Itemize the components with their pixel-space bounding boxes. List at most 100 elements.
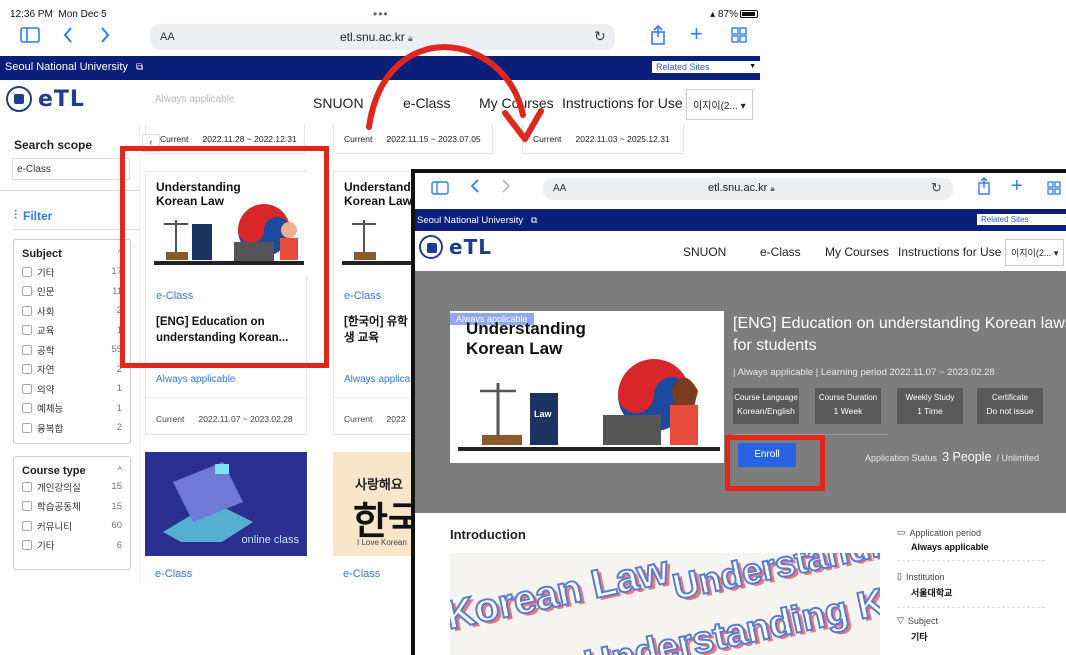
filter-option-label: 기타 <box>37 541 55 553</box>
checkbox-icon[interactable] <box>22 383 32 394</box>
subject-header[interactable]: Subject ^ <box>22 248 122 260</box>
filter-option[interactable]: 의약 1 <box>22 379 122 399</box>
filter-header[interactable]: ⫶ Filter <box>14 208 52 223</box>
site-header: eTL SNUON e-Class My Courses Instruction… <box>415 231 1066 271</box>
reader-aa-button[interactable]: AA <box>160 31 175 43</box>
nav-snuon[interactable]: SNUON <box>683 245 726 259</box>
course-type-list: 개인강의실 15 학습공동체 15 커뮤니티 60 기타 6 <box>22 477 122 555</box>
tabs-grid-icon[interactable] <box>1047 179 1061 199</box>
divider <box>146 397 308 398</box>
nav-my-courses[interactable]: My Courses <box>825 245 889 259</box>
filter-option[interactable]: 기타 17 <box>22 262 122 282</box>
card-provider[interactable]: e-Class <box>344 290 381 302</box>
filter-option[interactable]: 커뮤니티 60 <box>22 516 122 536</box>
filter-option[interactable]: 자연 2 <box>22 360 122 380</box>
checkbox-icon[interactable] <box>22 325 32 336</box>
checkbox-icon[interactable] <box>22 422 32 433</box>
related-sites-select[interactable]: Related Sites▼ <box>652 61 760 73</box>
back-arrow-icon[interactable] <box>470 178 480 198</box>
browser-toolbar: AA etl.snu.ac.kr 🔒︎ ↻ + <box>415 173 1066 203</box>
filter-option[interactable]: 융복합 2 <box>22 418 122 438</box>
filter-option-count: 1 <box>116 383 122 395</box>
filter-option-label: 교육 <box>37 326 55 338</box>
filter-option[interactable]: 인문 11 <box>22 282 122 302</box>
url-text[interactable]: etl.snu.ac.kr 🔒︎ <box>708 182 775 194</box>
share-icon[interactable] <box>650 24 666 49</box>
language-select[interactable]: 이지이(2... ▾ <box>1005 239 1065 266</box>
university-name[interactable]: Seoul National University <box>5 61 128 73</box>
checkbox-icon[interactable] <box>22 520 32 531</box>
composite-screenshot: 12:36 PM Mon Dec 5 ••• ▴ 87% AA etl.snu.… <box>0 0 1066 655</box>
filter-option-label: 예체능 <box>37 404 64 416</box>
calendar-icon: ▭ <box>897 527 906 537</box>
share-icon[interactable] <box>977 177 991 199</box>
checkbox-icon[interactable] <box>22 305 32 316</box>
language-select[interactable]: 이지이(2... ▾ <box>686 89 753 120</box>
filter-option-label: 자연 <box>37 365 55 377</box>
related-sites-select[interactable]: Related Sites▼ <box>977 214 1066 225</box>
course-type-header[interactable]: Course type ^ <box>22 465 122 477</box>
filter-option-label: 학습공동체 <box>37 502 81 514</box>
online-class-label: online class <box>241 534 299 546</box>
law-book-label: Law <box>534 409 552 419</box>
building-icon: ▯ <box>897 571 902 581</box>
card-title[interactable]: [한국어] 유학생 교육 <box>344 314 414 346</box>
university-name[interactable]: Seoul National University <box>417 215 523 226</box>
filter-option[interactable]: 공학 55 <box>22 340 122 360</box>
sidebar-icon[interactable] <box>20 27 40 47</box>
chevron-up-icon[interactable]: ^ <box>118 465 122 477</box>
battery-icon <box>740 10 758 19</box>
back-arrow-icon[interactable] <box>63 26 73 48</box>
course-meta: | Always applicable | Learning period 20… <box>733 367 995 378</box>
checkbox-icon[interactable] <box>22 364 32 375</box>
forward-arrow-icon[interactable] <box>100 26 110 48</box>
introduction-image: Korean Law Understanding Korean Law Unde… <box>450 553 880 655</box>
filter-option-count: 15 <box>111 481 122 493</box>
card-provider[interactable]: e-Class <box>155 568 192 580</box>
checkbox-icon[interactable] <box>22 403 32 414</box>
address-bar[interactable]: AA etl.snu.ac.kr 🔒︎ ↻ <box>543 178 953 200</box>
multitask-dots-icon[interactable]: ••• <box>373 7 389 21</box>
tabs-grid-icon[interactable] <box>731 27 747 47</box>
filter-option-count: 6 <box>116 539 122 551</box>
filter-option[interactable]: 기타 6 <box>22 536 122 556</box>
reader-aa-button[interactable]: AA <box>553 183 566 194</box>
info-course-language: Course Language Korean/English <box>733 388 799 424</box>
nav-eclass[interactable]: e-Class <box>760 245 801 259</box>
course-detail-screen: AA etl.snu.ac.kr 🔒︎ ↻ + Seoul National U… <box>411 169 1066 655</box>
nav-instructions[interactable]: Instructions for Use <box>562 95 683 111</box>
info-course-duration: Course Duration 1 Week <box>815 388 881 424</box>
search-scope-select[interactable]: e-Class <box>12 158 130 180</box>
etl-logo[interactable]: eTL <box>6 86 85 112</box>
forward-arrow-icon[interactable] <box>501 178 511 198</box>
filter-option[interactable]: 사회 2 <box>22 301 122 321</box>
course-type-filter-box: Course type ^ 개인강의실 15 학습공동체 15 커뮤니티 60 기타 6 <box>13 456 131 570</box>
etl-logo[interactable]: eTL <box>419 235 492 259</box>
filter-option[interactable]: 개인강의실 15 <box>22 477 122 497</box>
filter-option-label: 공학 <box>37 345 55 357</box>
copy-icon[interactable]: ⧉ <box>531 215 537 226</box>
nav-instructions[interactable]: Instructions for Use <box>898 245 1001 259</box>
status-time: 12:36 PM Mon Dec 5 <box>10 9 107 20</box>
checkbox-icon[interactable] <box>22 501 32 512</box>
reload-icon[interactable]: ↻ <box>931 180 942 196</box>
checkbox-icon[interactable] <box>22 286 32 297</box>
checkbox-icon[interactable] <box>22 481 32 492</box>
checkbox-icon[interactable] <box>22 540 32 551</box>
checkbox-icon[interactable] <box>22 266 32 277</box>
copy-icon[interactable]: ⧉ <box>136 62 143 73</box>
filter-option[interactable]: 교육 1 <box>22 321 122 341</box>
reload-icon[interactable]: ↻ <box>594 28 606 45</box>
new-tab-plus-icon[interactable]: + <box>690 23 703 45</box>
filter-option[interactable]: 학습공동체 15 <box>22 497 122 517</box>
highlight-box-course-card <box>120 146 329 368</box>
card-provider[interactable]: e-Class <box>343 568 380 580</box>
new-tab-plus-icon[interactable]: + <box>1011 176 1023 196</box>
filter-option[interactable]: 예체능 1 <box>22 399 122 419</box>
sidebar-icon[interactable] <box>431 179 449 199</box>
lock-icon: 🔒︎ <box>770 184 775 193</box>
filter-option-label: 개인강의실 <box>37 482 81 494</box>
snu-seal-icon <box>6 86 32 112</box>
checkbox-icon[interactable] <box>22 344 32 355</box>
online-class-thumbnail[interactable]: online class <box>145 452 307 556</box>
